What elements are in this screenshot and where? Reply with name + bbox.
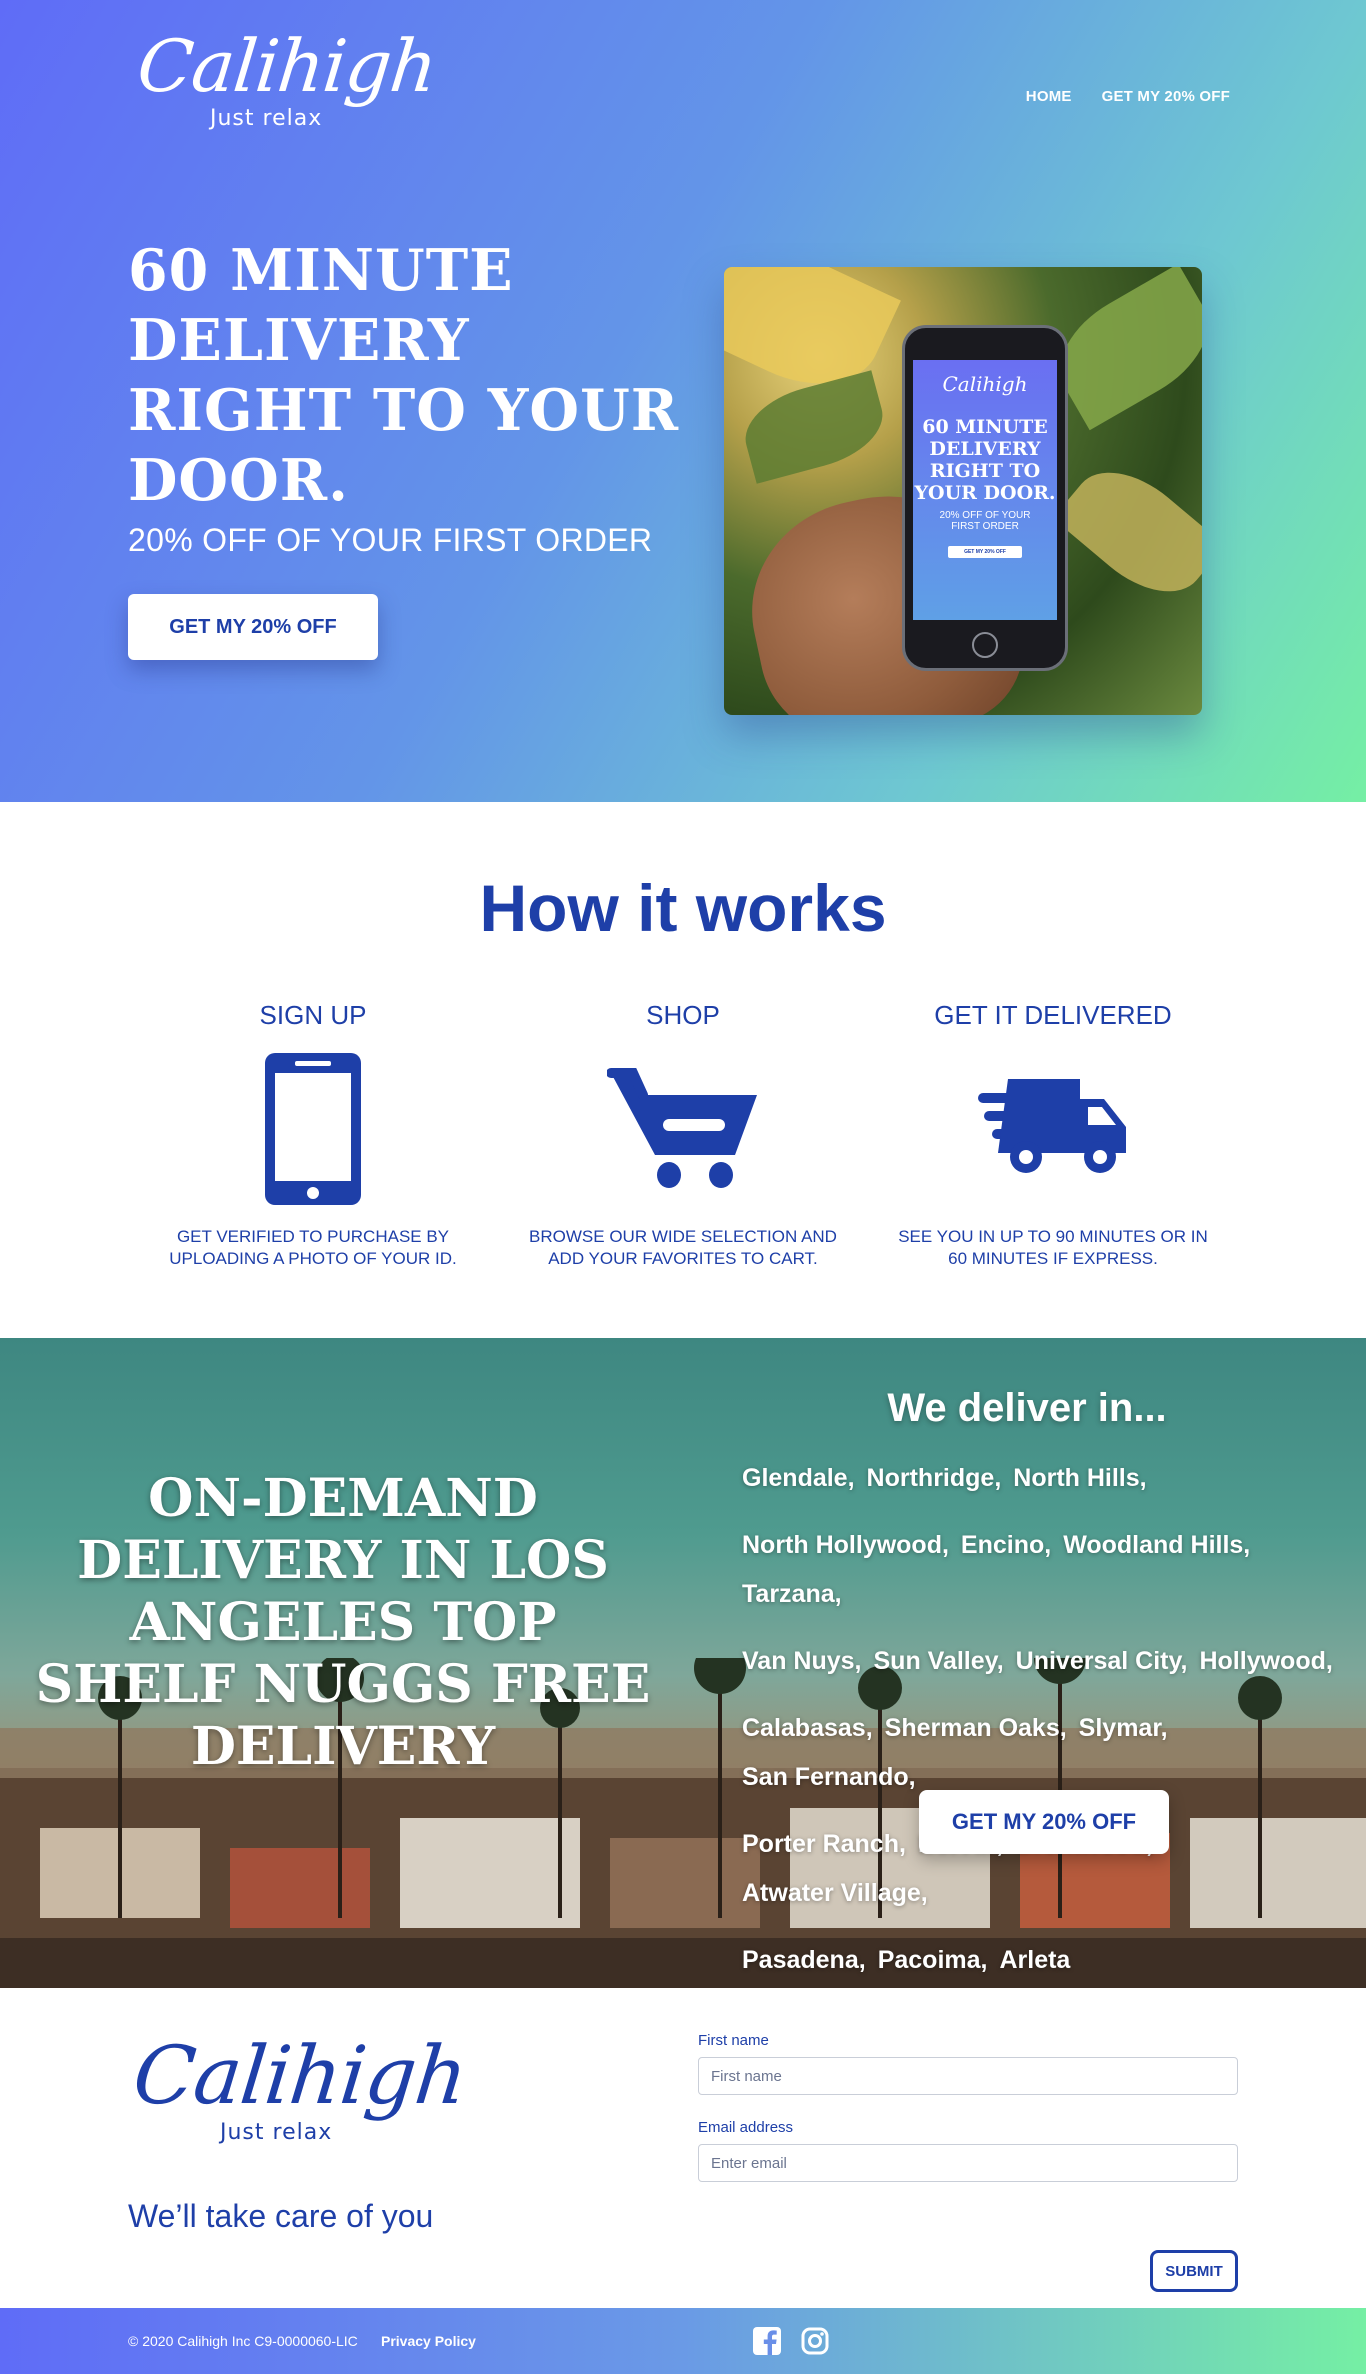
phone-subtitle: 20% OFF OF YOUR FIRST ORDER	[939, 510, 1031, 532]
city-item: Slymar,	[1078, 1714, 1168, 1742]
footer-bar: © 2020 Calihigh Inc C9-0000060-LIC Priva…	[0, 2308, 1366, 2374]
hero-section: Calihigh Just relax HOME GET MY 20% OFF …	[0, 0, 1366, 802]
care-message: We’ll take care of you	[128, 2198, 434, 2234]
hero-discount-button[interactable]: GET MY 20% OFF	[128, 594, 378, 660]
shopping-cart-icon	[598, 1044, 768, 1214]
brand-name: Calihigh	[133, 24, 441, 108]
email-label: Email address	[698, 2119, 794, 2136]
delivery-area-title: We deliver in...	[887, 1386, 1167, 1430]
signup-form: First name Email address SUBMIT	[698, 2032, 1238, 2292]
top-nav: Calihigh Just relax HOME GET MY 20% OFF	[0, 0, 1366, 190]
delivery-headline: ON-DEMAND DELIVERY IN LOS ANGELES TOP SH…	[35, 1468, 651, 1777]
phone-cta: GET MY 20% OFF	[948, 546, 1022, 558]
instagram-icon[interactable]	[800, 2326, 830, 2356]
city-item: Porter Ranch,	[742, 1830, 906, 1858]
step-description: GET VERIFIED TO PURCHASE BY UPLOADING A …	[169, 1227, 457, 1268]
city-item: San Fernando,	[742, 1763, 916, 1791]
step-shop: SHOP BROWSE OUR WIDE SELECTION AND ADD Y…	[498, 1000, 868, 1270]
city-item: Encino,	[960, 1531, 1052, 1559]
facebook-icon[interactable]	[752, 2326, 782, 2356]
city-item: Woodland Hills,	[1063, 1531, 1251, 1559]
photo-leaf	[736, 370, 892, 484]
smartphone-icon	[228, 1044, 398, 1214]
delivery-truck-icon	[968, 1044, 1138, 1214]
step-label: GET IT DELIVERED	[934, 1000, 1172, 1030]
footer-brand-logo: Calihigh Just relax	[129, 2029, 471, 2145]
email-field[interactable]	[698, 2144, 1238, 2182]
city-item: Van Nuys,	[742, 1647, 862, 1675]
brand-tagline: Just relax	[220, 2120, 333, 2145]
nav-links: HOME GET MY 20% OFF	[1026, 88, 1230, 105]
hero-title: 60 MINUTE DELIVERY RIGHT TO YOUR DOOR.	[128, 237, 680, 514]
submit-button[interactable]: SUBMIT	[1150, 2250, 1238, 2292]
phone-home-button	[972, 632, 998, 658]
step-label: SIGN UP	[259, 1000, 367, 1030]
step-get-delivered: GET IT DELIVERED SEE YOU IN UP TO 90 MIN…	[868, 1000, 1238, 1270]
city-list: Glendale, Northridge, North Hills, North…	[742, 1463, 1342, 1976]
city-item: Arleta	[999, 1946, 1071, 1974]
privacy-policy-link[interactable]: Privacy Policy	[381, 2333, 476, 2349]
city-item: Pasadena,	[742, 1946, 866, 1974]
nav-discount-link[interactable]: GET MY 20% OFF	[1102, 88, 1230, 105]
city-item: Calabasas,	[742, 1714, 873, 1742]
brand-name: Calihigh	[129, 2029, 471, 2122]
steps-row: SIGN UP GET VERIFIED TO PURCHASE BY UPLO…	[128, 1000, 1238, 1270]
first-name-field[interactable]	[698, 2057, 1238, 2095]
delivery-discount-button[interactable]: GET MY 20% OFF	[919, 1790, 1169, 1854]
social-links	[752, 2326, 830, 2356]
step-sign-up: SIGN UP GET VERIFIED TO PURCHASE BY UPLO…	[128, 1000, 498, 1270]
phone-logo: Calihigh	[942, 372, 1028, 396]
phone-screen: Calihigh 60 MINUTE DELIVERY RIGHT TO YOU…	[913, 360, 1057, 620]
city-item: Tarzana,	[742, 1580, 842, 1608]
step-description: BROWSE OUR WIDE SELECTION AND ADD YOUR F…	[529, 1227, 837, 1268]
city-item: Northridge,	[866, 1464, 1002, 1492]
city-item: Atwater Village,	[742, 1879, 928, 1907]
step-description: SEE YOU IN UP TO 90 MINUTES OR IN 60 MIN…	[898, 1227, 1208, 1268]
copyright-text: © 2020 Calihigh Inc C9-0000060-LIC	[128, 2333, 358, 2349]
city-item: Pacoima,	[877, 1946, 988, 1974]
signup-section: Calihigh Just relax We’ll take care of y…	[0, 1988, 1366, 2308]
first-name-label: First name	[698, 2032, 769, 2049]
phone-title: 60 MINUTE DELIVERY RIGHT TO YOUR DOOR.	[914, 416, 1056, 504]
hero-phone-photo: Calihigh 60 MINUTE DELIVERY RIGHT TO YOU…	[724, 267, 1202, 715]
how-it-works-title: How it works	[479, 871, 887, 945]
delivery-area-panel: We deliver in... Glendale, Northridge, N…	[742, 1386, 1342, 1976]
brand-tagline: Just relax	[210, 106, 323, 131]
hero-subtitle: 20% OFF OF YOUR FIRST ORDER	[128, 522, 653, 558]
city-item: Sun Valley,	[873, 1647, 1004, 1675]
city-item: Hollywood,	[1199, 1647, 1333, 1675]
brand-logo[interactable]: Calihigh Just relax	[134, 24, 441, 131]
phone-mockup: Calihigh 60 MINUTE DELIVERY RIGHT TO YOU…	[902, 325, 1068, 671]
city-item: Glendale,	[742, 1464, 855, 1492]
city-item: Sherman Oaks,	[884, 1714, 1067, 1742]
city-item: Universal City,	[1015, 1647, 1188, 1675]
step-label: SHOP	[646, 1000, 720, 1030]
nav-home-link[interactable]: HOME	[1026, 88, 1072, 105]
city-item: North Hills,	[1013, 1464, 1147, 1492]
delivery-area-section: ON-DEMAND DELIVERY IN LOS ANGELES TOP SH…	[0, 1338, 1366, 1988]
how-it-works-section: How it works SIGN UP GET VERIFIED TO PUR…	[0, 802, 1366, 1338]
city-item: North Hollywood,	[742, 1531, 949, 1559]
photo-leaf	[1052, 449, 1202, 615]
